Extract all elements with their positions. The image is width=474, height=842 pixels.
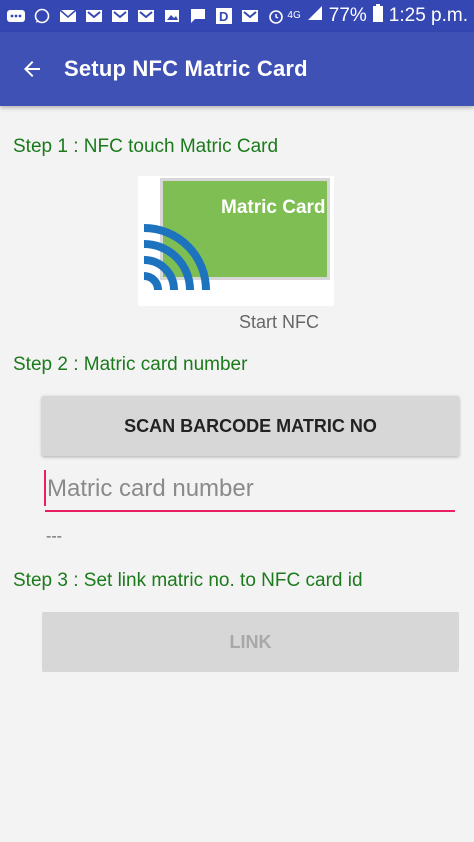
scan-barcode-button[interactable]: SCAN BARCODE MATRIC NO xyxy=(42,396,459,456)
link-button[interactable]: LINK xyxy=(42,612,459,672)
matric-number-result: --- xyxy=(46,528,62,545)
start-nfc-label: Start NFC xyxy=(239,312,320,332)
page-title: Setup NFC Matric Card xyxy=(64,56,308,81)
notification-icons: D xyxy=(6,8,286,24)
clock-time: 1:25 p.m. xyxy=(388,5,468,26)
step3-label: Step 3 : Set link matric no. to NFC card… xyxy=(13,570,363,591)
status-bar: D 4G 77% 1:25 p.m. xyxy=(0,0,474,32)
signal-icon xyxy=(307,5,323,27)
gmail-icon xyxy=(110,8,130,24)
app-bar: Setup NFC Matric Card xyxy=(0,32,474,106)
status-right: 4G 77% 1:25 p.m. xyxy=(287,4,468,28)
network-type: 4G xyxy=(287,10,301,21)
gmail-icon xyxy=(84,8,104,24)
nfc-card-button[interactable]: Matric Card xyxy=(138,176,334,306)
text-cursor xyxy=(44,470,46,506)
sms-icon xyxy=(188,8,208,24)
d-app-icon: D xyxy=(214,8,234,24)
card-text: Matric Card xyxy=(221,197,326,218)
matric-number-input[interactable] xyxy=(45,468,455,512)
image-icon xyxy=(162,8,182,24)
whatsapp-icon xyxy=(32,8,52,24)
email-icon xyxy=(58,8,78,24)
more-icon xyxy=(6,8,26,24)
step1-label: Step 1 : NFC touch Matric Card xyxy=(13,136,279,157)
arrow-back-icon xyxy=(24,61,40,77)
gmail-icon xyxy=(136,8,156,24)
battery-percent: 77% xyxy=(328,5,367,26)
nfc-waves-icon xyxy=(143,224,210,291)
battery-icon xyxy=(372,4,383,28)
alarm-icon xyxy=(266,8,286,24)
step2-label: Step 2 : Matric card number xyxy=(13,354,248,375)
gmail-icon xyxy=(240,8,260,24)
back-button[interactable] xyxy=(0,32,64,106)
svg-text:D: D xyxy=(219,9,228,24)
